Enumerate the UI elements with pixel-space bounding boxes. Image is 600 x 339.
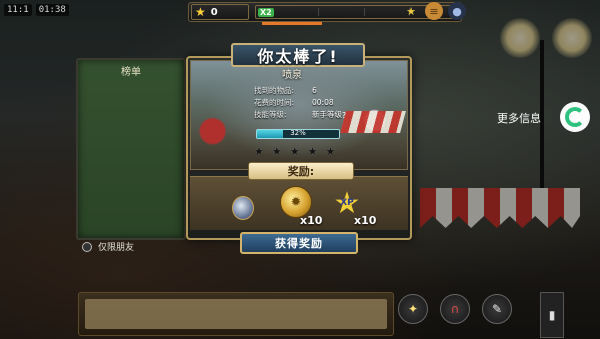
star-icon: ★ [195, 5, 206, 19]
brush-icon[interactable]: ✎ [482, 294, 512, 324]
coin-reward-quantity: x10 [300, 214, 323, 227]
star-rank-icon[interactable]: ★ [402, 2, 420, 20]
magnet-icon[interactable]: ∩ [440, 294, 470, 324]
skill-progress-label: 32% [290, 129, 306, 137]
xp-segment [319, 8, 365, 16]
dialog-title: 你太棒了! [231, 43, 365, 67]
status-time: 01:38 [35, 4, 69, 16]
guide-icon[interactable] [560, 102, 590, 132]
more-info-label[interactable]: 更多信息 [497, 110, 541, 126]
potion-reward-icon [230, 186, 256, 222]
xp-reward-quantity: x10 [354, 214, 377, 227]
radio-icon[interactable] [82, 241, 92, 252]
bottom-panel [78, 292, 394, 336]
xp-progress-underline [262, 22, 322, 25]
collect-rewards-button[interactable]: 获得奖励 [240, 232, 358, 254]
thumbnail-awning [340, 111, 406, 133]
status-bar: 11:1 01:38 [4, 4, 69, 16]
xp-multiplier-badge: X2 [258, 7, 274, 17]
stat-value: 00:08 [312, 97, 334, 107]
leaderboard-panel: 榜单 [76, 58, 186, 240]
bottom-panel-inner [85, 299, 387, 329]
rating-star-icon: ★ [271, 145, 282, 158]
leaderboard-title: 榜单 [121, 67, 141, 78]
stat-label: 花费的时间: [254, 97, 295, 107]
top-icons: ★ ≡ ● [402, 2, 466, 20]
help-icon[interactable]: ? [339, 111, 349, 121]
stats-list: 找到的物品: 6 花费的时间: 00:08 技能等级: 新手等级 [254, 84, 346, 134]
friends-only-toggle[interactable]: 仅限朋友 [82, 240, 134, 253]
xp-badge-text: XP [340, 198, 354, 208]
burger-icon[interactable]: ≡ [425, 2, 443, 20]
hint-tools: ✦ ∩ ✎ [398, 294, 512, 324]
status-left-text: 11:1 [4, 4, 32, 16]
inventory-side-icon[interactable]: ▮ [540, 292, 564, 338]
rating-star-icon: ★ [254, 145, 264, 158]
rating-star-icon: ★ [307, 145, 318, 158]
skill-progress-bar: 32% [256, 129, 340, 139]
rating-star-icon: ★ [325, 145, 336, 158]
stat-row: 花费的时间: 00:08 [254, 96, 346, 108]
stat-row: 技能等级: 新手等级 [254, 108, 346, 120]
scene-name: 喷泉 [282, 70, 302, 81]
lightbulb-icon[interactable]: ✦ [398, 294, 428, 324]
rating-star-icon: ★ [289, 145, 300, 158]
star-count: 0 [210, 6, 218, 18]
stat-value: 6 [312, 85, 317, 95]
stat-row: 找到的物品: 6 [254, 84, 346, 96]
friends-only-label: 仅限朋友 [98, 243, 135, 253]
stat-label: 技能等级: [254, 109, 287, 119]
star-counter[interactable]: ★ 0 [191, 4, 249, 20]
stat-label: 找到的物品: [254, 85, 295, 95]
xp-segment [274, 8, 320, 16]
potion-icon[interactable]: ● [448, 2, 466, 20]
rewards-title: 奖励: [248, 162, 354, 180]
star-rating: ★ ★ ★ ★ ★ [254, 145, 335, 158]
